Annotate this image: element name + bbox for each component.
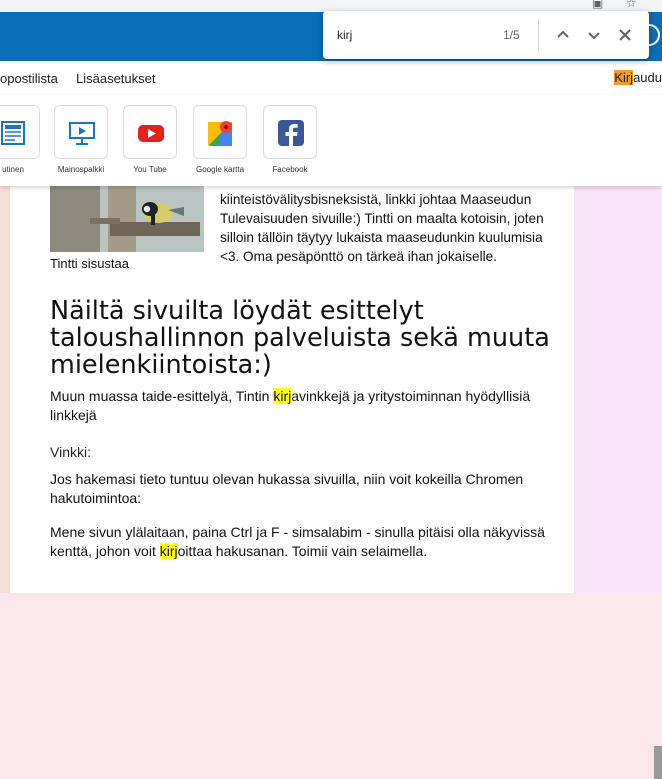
paragraph-instructions: Mene sivun ylälaitaan, paina Ctrl ja F -… xyxy=(50,524,545,559)
titmouse-bird-image xyxy=(50,180,204,252)
left-side-strip xyxy=(0,186,10,593)
match-count: 1/5 xyxy=(503,28,520,42)
facebook-icon xyxy=(278,120,304,146)
search-match-highlight: kirj xyxy=(159,543,178,559)
close-icon xyxy=(619,29,631,41)
find-separator xyxy=(538,19,539,51)
search-match-highlight: kirj xyxy=(273,388,292,404)
find-input[interactable] xyxy=(337,26,497,44)
nav-item-login[interactable]: Kirjaudu xyxy=(614,70,662,85)
google-maps-icon xyxy=(208,121,232,146)
scrollbar-thumb[interactable] xyxy=(654,746,662,779)
paragraph-services: Muun muassa taide-esittelyä, Tintin kirj… xyxy=(50,388,531,423)
main-content: Tintti sisustaa kiinteistövälitysbisneks… xyxy=(10,180,574,593)
chevron-up-icon xyxy=(557,30,569,38)
bird-photo xyxy=(50,180,204,252)
tip-label: Vinkki: xyxy=(50,444,91,460)
tile-facebook-label: Facebook xyxy=(272,165,308,174)
tile-facebook[interactable] xyxy=(263,105,317,159)
intro-paragraph: kiinteistövälitysbisneksistä, linkki joh… xyxy=(220,192,544,264)
nav-bar: opostilista Lisäasetukset Kirjaudu xyxy=(0,61,662,96)
tile-youtube-label: You Tube xyxy=(133,165,167,174)
find-in-page-bar: 1/5 xyxy=(323,11,649,59)
photo-caption: Tintti sisustaa xyxy=(50,256,129,271)
right-side-strip xyxy=(574,186,662,779)
bookmark-star-icon[interactable]: ☆ xyxy=(626,0,640,10)
app-shortcuts-row: utinen Mainospalkki You Tube Google kart… xyxy=(0,95,662,186)
close-find-button[interactable] xyxy=(613,23,637,47)
youtube-icon xyxy=(138,125,164,142)
tile-news-label: utinen xyxy=(2,165,24,174)
previous-match-button[interactable] xyxy=(551,23,575,47)
nav-item-postilista[interactable]: opostilista xyxy=(0,71,58,86)
billboard-icon xyxy=(69,122,95,145)
nav-item-lisaasetukset[interactable]: Lisäasetukset xyxy=(76,71,156,86)
current-match-highlight: Kirj xyxy=(614,70,634,85)
next-match-button[interactable] xyxy=(582,23,606,47)
paragraph-tip: Jos hakemasi tieto tuntuu olevan hukassa… xyxy=(50,471,524,506)
tile-billboard[interactable] xyxy=(54,105,108,159)
tile-billboard-label: Mainospalkki xyxy=(57,165,105,174)
section-heading: Näiltä sivuilta löydät esittelyt taloush… xyxy=(50,296,550,380)
tile-google-maps[interactable] xyxy=(193,105,247,159)
chevron-down-icon xyxy=(588,32,600,40)
tile-google-maps-label: Google kartta xyxy=(195,165,245,174)
news-icon xyxy=(1,121,25,145)
extension-icon[interactable]: ▣ xyxy=(592,0,606,10)
tile-youtube[interactable] xyxy=(123,105,177,159)
tile-news[interactable] xyxy=(0,105,40,159)
